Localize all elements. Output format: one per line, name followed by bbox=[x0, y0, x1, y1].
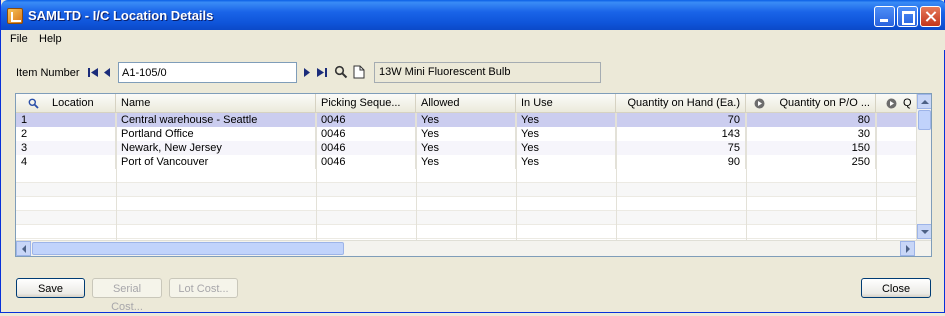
empty-row[interactable] bbox=[16, 169, 916, 183]
cell-qpo: 80 bbox=[746, 113, 876, 127]
menu-file[interactable]: File bbox=[10, 33, 28, 45]
document-icon[interactable] bbox=[353, 65, 365, 79]
menu-help[interactable]: Help bbox=[39, 33, 62, 45]
location-details-window: SAMLTD - I/C Location Details File Help … bbox=[0, 0, 945, 313]
table-row[interactable]: 2 Portland Office 0046 Yes Yes 143 30 bbox=[16, 127, 916, 141]
scroll-up-button[interactable] bbox=[917, 94, 931, 109]
cell-qoh: 90 bbox=[616, 155, 746, 169]
cell-picking: 0046 bbox=[316, 155, 416, 169]
grid-line bbox=[746, 113, 747, 240]
grid-line bbox=[316, 113, 317, 240]
empty-row[interactable] bbox=[16, 183, 916, 197]
cell-name: Central warehouse - Seattle bbox=[116, 113, 316, 127]
first-record-icon[interactable] bbox=[87, 67, 99, 78]
column-more[interactable]: Q bbox=[876, 94, 916, 113]
cell-name: Newark, New Jersey bbox=[116, 141, 316, 155]
cell-allowed: Yes bbox=[416, 155, 516, 169]
cell-allowed: Yes bbox=[416, 127, 516, 141]
title-bar[interactable]: SAMLTD - I/C Location Details bbox=[1, 0, 945, 30]
grid-line bbox=[616, 113, 617, 240]
drilldown-icon[interactable] bbox=[754, 98, 765, 109]
column-quantity-on-po-label: Quantity on P/O ... bbox=[779, 97, 871, 109]
cell-in-use: Yes bbox=[516, 113, 616, 127]
cell-picking: 0046 bbox=[316, 141, 416, 155]
search-icon[interactable] bbox=[334, 65, 348, 79]
scroll-right-button[interactable] bbox=[900, 241, 915, 256]
cell-in-use: Yes bbox=[516, 127, 616, 141]
cell-qpo: 30 bbox=[746, 127, 876, 141]
column-quantity-on-hand[interactable]: Quantity on Hand (Ea.) bbox=[616, 94, 746, 113]
cell-allowed: Yes bbox=[416, 141, 516, 155]
scroll-left-button[interactable] bbox=[16, 241, 31, 256]
vertical-scrollbar[interactable] bbox=[916, 94, 931, 240]
item-description: 13W Mini Fluorescent Bulb bbox=[374, 62, 601, 83]
item-number-label: Item Number bbox=[16, 67, 80, 79]
column-allowed[interactable]: Allowed bbox=[416, 94, 516, 113]
column-name[interactable]: Name bbox=[116, 94, 316, 113]
last-record-icon[interactable] bbox=[316, 67, 328, 78]
column-location[interactable]: Location bbox=[16, 94, 116, 113]
previous-record-icon[interactable] bbox=[102, 67, 114, 78]
app-icon bbox=[7, 8, 23, 24]
cell-picking: 0046 bbox=[316, 127, 416, 141]
cell-in-use: Yes bbox=[516, 141, 616, 155]
column-in-use[interactable]: In Use bbox=[516, 94, 616, 113]
empty-row[interactable] bbox=[16, 197, 916, 211]
cell-qpo: 150 bbox=[746, 141, 876, 155]
cell-qoh: 75 bbox=[616, 141, 746, 155]
column-more-label: Q bbox=[903, 97, 912, 109]
close-icon[interactable] bbox=[920, 6, 941, 27]
grid-line bbox=[116, 113, 117, 240]
table-row[interactable]: 1 Central warehouse - Seattle 0046 Yes Y… bbox=[16, 113, 916, 127]
menu-bar: File Help bbox=[1, 30, 945, 50]
cell-allowed: Yes bbox=[416, 113, 516, 127]
item-number-input[interactable] bbox=[118, 62, 297, 83]
vertical-scroll-thumb[interactable] bbox=[918, 110, 931, 130]
empty-row[interactable] bbox=[16, 211, 916, 225]
drilldown-icon[interactable] bbox=[886, 98, 897, 109]
cell-location: 3 bbox=[16, 141, 116, 155]
cell-name: Portland Office bbox=[116, 127, 316, 141]
cell-qoh: 70 bbox=[616, 113, 746, 127]
scroll-down-button[interactable] bbox=[917, 224, 931, 239]
cell-in-use: Yes bbox=[516, 155, 616, 169]
grid-header: Location Name Picking Seque... Allowed I… bbox=[16, 94, 916, 113]
column-picking-sequence[interactable]: Picking Seque... bbox=[316, 94, 416, 113]
minimize-icon[interactable] bbox=[874, 6, 895, 27]
cell-qpo: 250 bbox=[746, 155, 876, 169]
table-row[interactable]: 4 Port of Vancouver 0046 Yes Yes 90 250 bbox=[16, 155, 916, 169]
grid-line bbox=[516, 113, 517, 240]
save-button[interactable]: Save bbox=[16, 278, 85, 298]
grid-line bbox=[416, 113, 417, 240]
location-grid: Location Name Picking Seque... Allowed I… bbox=[15, 93, 932, 257]
cell-qoh: 143 bbox=[616, 127, 746, 141]
column-location-label: Location bbox=[52, 97, 94, 109]
cell-location: 2 bbox=[16, 127, 116, 141]
cell-picking: 0046 bbox=[316, 113, 416, 127]
serial-cost-button[interactable]: Serial Cost... bbox=[92, 278, 162, 313]
close-button[interactable]: Close bbox=[861, 278, 931, 298]
grid-line bbox=[876, 113, 877, 240]
horizontal-scrollbar[interactable] bbox=[16, 240, 931, 256]
location-search-icon[interactable] bbox=[28, 98, 39, 109]
lot-cost-button[interactable]: Lot Cost... bbox=[169, 278, 238, 298]
cell-location: 1 bbox=[16, 113, 116, 127]
empty-row[interactable] bbox=[16, 225, 916, 239]
column-quantity-on-po[interactable]: Quantity on P/O ... bbox=[746, 94, 876, 113]
next-record-icon[interactable] bbox=[301, 67, 313, 78]
cell-location: 4 bbox=[16, 155, 116, 169]
maximize-icon[interactable] bbox=[897, 6, 918, 27]
window-title: SAMLTD - I/C Location Details bbox=[28, 8, 214, 23]
horizontal-scroll-thumb[interactable] bbox=[32, 242, 344, 255]
table-row[interactable]: 3 Newark, New Jersey 0046 Yes Yes 75 150 bbox=[16, 141, 916, 155]
cell-name: Port of Vancouver bbox=[116, 155, 316, 169]
